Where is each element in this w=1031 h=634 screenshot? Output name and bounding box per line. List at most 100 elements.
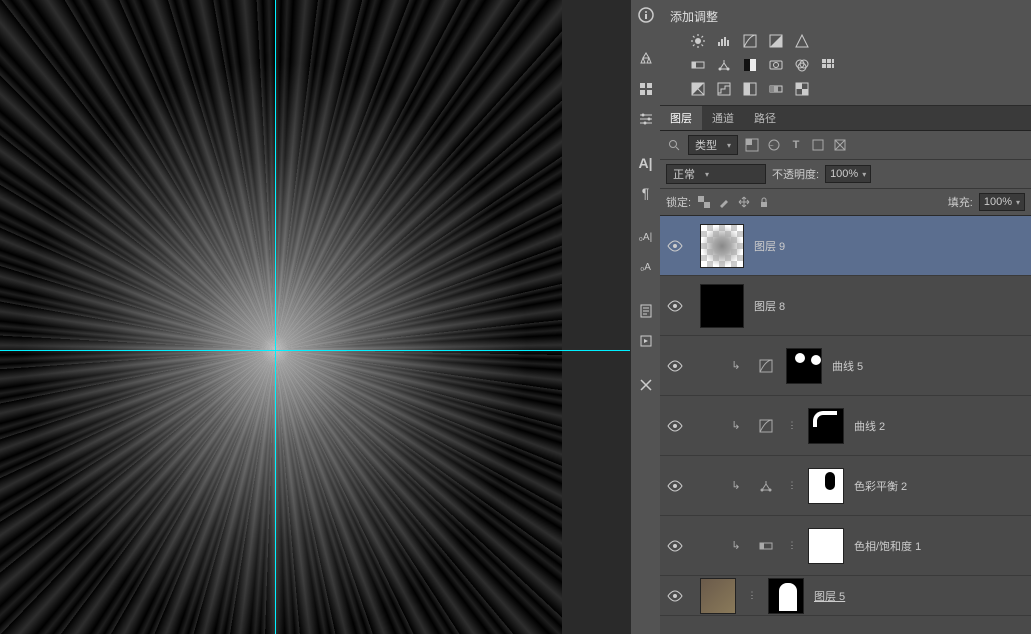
link-icon[interactable]: ⋮ bbox=[786, 418, 798, 434]
photofilter-icon[interactable] bbox=[768, 57, 784, 73]
tools-icon[interactable] bbox=[635, 374, 657, 396]
guide-vertical[interactable] bbox=[275, 0, 276, 634]
lock-move-icon[interactable] bbox=[737, 195, 751, 209]
layer-name[interactable]: 曲线 5 bbox=[832, 358, 863, 374]
gradmap-icon[interactable] bbox=[768, 81, 784, 97]
lock-paint-icon[interactable] bbox=[717, 195, 731, 209]
character-icon[interactable]: A| bbox=[635, 152, 657, 174]
posterize-icon[interactable] bbox=[716, 81, 732, 97]
notes-icon[interactable] bbox=[635, 300, 657, 322]
colorbalance-icon[interactable] bbox=[716, 57, 732, 73]
link-icon[interactable]: ⋮ bbox=[786, 538, 798, 554]
mask-thumbnail[interactable] bbox=[808, 408, 844, 444]
colorbalance-adj-icon[interactable] bbox=[756, 478, 776, 494]
clip-icon: ↳ bbox=[726, 538, 746, 554]
fill-label: 填充: bbox=[948, 194, 973, 210]
visibility-toggle[interactable] bbox=[660, 240, 690, 252]
canvas-area[interactable] bbox=[0, 0, 630, 634]
mask-thumbnail[interactable] bbox=[768, 578, 804, 614]
layer-row[interactable]: ↳ ⋮ 曲线 2 bbox=[660, 396, 1031, 456]
layer-thumbnail[interactable] bbox=[700, 284, 744, 328]
actions-icon[interactable] bbox=[635, 330, 657, 352]
filter-type-dropdown[interactable]: 类型▾ bbox=[688, 135, 738, 155]
layer-filter-bar: 类型▾ T bbox=[660, 131, 1031, 160]
exposure-icon[interactable] bbox=[768, 33, 784, 49]
visibility-toggle[interactable] bbox=[660, 300, 690, 312]
mask-thumbnail[interactable] bbox=[808, 468, 844, 504]
visibility-toggle[interactable] bbox=[660, 420, 690, 432]
adjust-icon[interactable] bbox=[635, 108, 657, 130]
layer-name[interactable]: 色彩平衡 2 bbox=[854, 478, 907, 494]
blend-mode-dropdown[interactable]: 正常▾ bbox=[666, 164, 766, 184]
filter-adjust-icon[interactable] bbox=[766, 137, 782, 153]
layer-thumbnail[interactable] bbox=[700, 578, 736, 614]
layer-row[interactable]: ↳ ⋮ 色彩平衡 2 bbox=[660, 456, 1031, 516]
curves-icon[interactable] bbox=[742, 33, 758, 49]
chevron-down-icon: ▾ bbox=[705, 170, 709, 179]
adjustments-title: 添加调整 bbox=[670, 8, 1021, 25]
link-icon[interactable]: ⋮ bbox=[786, 478, 798, 494]
visibility-toggle[interactable] bbox=[660, 540, 690, 552]
curves-adj-icon[interactable] bbox=[756, 358, 776, 374]
visibility-toggle[interactable] bbox=[660, 590, 690, 602]
brightness-icon[interactable] bbox=[690, 33, 706, 49]
layer-name[interactable]: 图层 8 bbox=[754, 298, 785, 314]
layer-name[interactable]: 曲线 2 bbox=[854, 418, 885, 434]
info-icon[interactable] bbox=[635, 4, 657, 26]
clip-icon: ↳ bbox=[726, 358, 746, 374]
layer-name[interactable]: 色相/饱和度 1 bbox=[854, 538, 921, 554]
chevron-down-icon: ▾ bbox=[1016, 198, 1020, 207]
layers-list[interactable]: 图层 9 图层 8 ↳ 曲线 5 ↳ ⋮ 曲线 2 ↳ bbox=[660, 216, 1031, 634]
opacity-field[interactable]: 100%▾ bbox=[825, 165, 871, 183]
layer-row[interactable]: 图层 9 bbox=[660, 216, 1031, 276]
layer-row[interactable]: ↳ ⋮ 色相/饱和度 1 bbox=[660, 516, 1031, 576]
guide-horizontal[interactable] bbox=[0, 350, 630, 351]
channelmixer-icon[interactable] bbox=[794, 57, 810, 73]
layer-thumbnail[interactable] bbox=[700, 224, 744, 268]
levels-icon[interactable] bbox=[716, 33, 732, 49]
layer-name[interactable]: 图层 5 bbox=[814, 588, 845, 604]
invert-icon[interactable] bbox=[690, 81, 706, 97]
tab-layers[interactable]: 图层 bbox=[660, 106, 702, 130]
layer-options-bar: 正常▾ 不透明度: 100%▾ bbox=[660, 160, 1031, 189]
styles-icon[interactable] bbox=[635, 78, 657, 100]
swatches-icon[interactable] bbox=[635, 48, 657, 70]
visibility-toggle[interactable] bbox=[660, 360, 690, 372]
chevron-down-icon: ▾ bbox=[727, 141, 731, 150]
selectivecolor-icon[interactable] bbox=[794, 81, 810, 97]
lock-transparency-icon[interactable] bbox=[697, 195, 711, 209]
vibrance-icon[interactable] bbox=[794, 33, 810, 49]
layer-lock-bar: 锁定: 填充: 100%▾ bbox=[660, 189, 1031, 216]
huesat-adj-icon[interactable] bbox=[756, 538, 776, 554]
lock-label: 锁定: bbox=[666, 194, 691, 210]
layer-row[interactable]: 图层 8 bbox=[660, 276, 1031, 336]
panel-tabs: 图层 通道 路径 bbox=[660, 106, 1031, 131]
threshold-icon[interactable] bbox=[742, 81, 758, 97]
search-icon[interactable] bbox=[666, 137, 682, 153]
filter-pixel-icon[interactable] bbox=[744, 137, 760, 153]
char-style-icon[interactable]: ₀A| bbox=[635, 226, 657, 248]
filter-shape-icon[interactable] bbox=[810, 137, 826, 153]
paragraph-icon[interactable]: ¶ bbox=[635, 182, 657, 204]
mask-thumbnail[interactable] bbox=[808, 528, 844, 564]
layer-row[interactable]: ↳ 曲线 5 bbox=[660, 336, 1031, 396]
fill-field[interactable]: 100%▾ bbox=[979, 193, 1025, 211]
link-icon[interactable]: ⋮ bbox=[746, 588, 758, 604]
visibility-toggle[interactable] bbox=[660, 480, 690, 492]
bw-icon[interactable] bbox=[742, 57, 758, 73]
vertical-toolbar: A| ¶ ₀A| ₀A bbox=[630, 0, 660, 634]
filter-type-icon[interactable]: T bbox=[788, 137, 804, 153]
mask-thumbnail[interactable] bbox=[786, 348, 822, 384]
huesat-icon[interactable] bbox=[690, 57, 706, 73]
tab-paths[interactable]: 路径 bbox=[744, 106, 786, 130]
tab-channels[interactable]: 通道 bbox=[702, 106, 744, 130]
para-style-icon[interactable]: ₀A bbox=[635, 256, 657, 278]
filter-smart-icon[interactable] bbox=[832, 137, 848, 153]
curves-adj-icon[interactable] bbox=[756, 418, 776, 434]
clip-icon: ↳ bbox=[726, 478, 746, 494]
lock-all-icon[interactable] bbox=[757, 195, 771, 209]
layer-row[interactable]: ⋮ 图层 5 bbox=[660, 576, 1031, 616]
layer-name[interactable]: 图层 9 bbox=[754, 238, 785, 254]
document-canvas[interactable] bbox=[0, 0, 562, 634]
colorlookup-icon[interactable] bbox=[820, 57, 836, 73]
